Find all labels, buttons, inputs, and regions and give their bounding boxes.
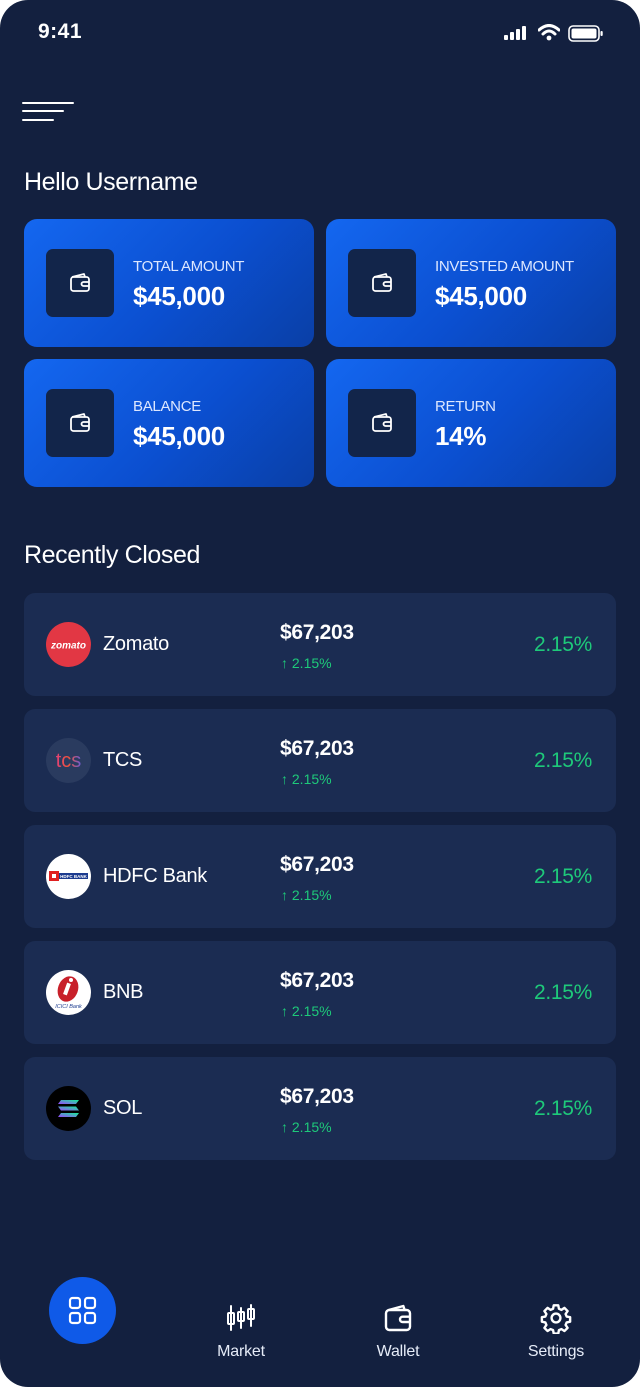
stock-change: ↑ 2.15% (281, 1119, 332, 1135)
arrow-up-icon: ↑ (281, 887, 292, 903)
stock-name: Zomato (103, 633, 170, 655)
svg-text:tcs: tcs (56, 750, 82, 772)
stock-name: HDFC Bank (103, 865, 207, 887)
stock-name: TCS (103, 749, 143, 771)
stock-percent: 2.15% (533, 1097, 592, 1120)
candlestick-icon (227, 1304, 255, 1331)
stock-name: SOL (103, 1097, 143, 1119)
cellular-signal-icon (504, 26, 526, 40)
stock-percent: 2.15% (533, 633, 592, 656)
nav-market[interactable]: Market (191, 1302, 291, 1361)
icici-bank-logo: ICICI Bank (46, 970, 91, 1015)
section-title-recently-closed: Recently Closed (24, 541, 201, 569)
stock-change-value: 2.15% (291, 1119, 332, 1135)
stock-price: $67,203 (280, 737, 354, 760)
zomato-logo: zomato (46, 622, 91, 667)
hdfc-bank-logo: HDFC BANK (46, 854, 91, 899)
summary-card-label: INVESTED AMOUNT (435, 258, 574, 275)
stock-row-hdfc-bank[interactable]: HDFC BANK HDFC Bank $67,203 ↑ 2.15% 2.15… (24, 825, 616, 928)
wallet-icon (384, 1304, 412, 1332)
summary-card-label: TOTAL AMOUNT (133, 258, 245, 275)
battery-icon (568, 25, 603, 42)
stock-row-zomato[interactable]: zomato Zomato $67,203 ↑ 2.15% 2.15% (24, 593, 616, 696)
svg-text:zomato: zomato (50, 641, 86, 652)
stock-percent: 2.15% (533, 749, 592, 772)
wallet-icon (46, 249, 114, 317)
stock-change-value: 2.15% (291, 771, 332, 787)
nav-wallet[interactable]: Wallet (348, 1302, 448, 1361)
stock-percent: 2.15% (533, 865, 592, 888)
stock-price: $67,203 (280, 1085, 354, 1108)
stock-change-value: 2.15% (291, 655, 332, 671)
svg-text:HDFC BANK: HDFC BANK (60, 874, 87, 879)
stock-change: ↑ 2.15% (281, 1003, 332, 1019)
stock-row-bnb[interactable]: ICICI Bank BNB $67,203 ↑ 2.15% 2.15% (24, 941, 616, 1044)
arrow-up-icon: ↑ (281, 771, 292, 787)
stock-percent: 2.15% (533, 981, 592, 1004)
nav-label: Market (217, 1343, 265, 1360)
summary-card-value: 14% (435, 421, 487, 451)
wallet-icon (46, 389, 114, 457)
stock-name: BNB (103, 981, 144, 1003)
wallet-icon (348, 389, 416, 457)
bottom-nav: Market Wallet Settings (0, 1268, 640, 1387)
summary-card-invested[interactable]: INVESTED AMOUNT $45,000 (326, 219, 616, 347)
summary-card-label: BALANCE (133, 398, 201, 415)
stock-change-value: 2.15% (291, 1003, 332, 1019)
status-time: 9:41 (38, 20, 83, 43)
stock-row-tcs[interactable]: tcs TCS $67,203 ↑ 2.15% 2.15% (24, 709, 616, 812)
arrow-up-icon: ↑ (281, 655, 292, 671)
arrow-up-icon: ↑ (281, 1119, 292, 1135)
stock-row-sol[interactable]: SOL $67,203 ↑ 2.15% 2.15% (24, 1057, 616, 1160)
stock-change: ↑ 2.15% (281, 655, 332, 671)
nav-label: Wallet (376, 1343, 420, 1360)
svg-text:ICICI Bank: ICICI Bank (55, 1004, 82, 1010)
grid-icon (68, 1296, 97, 1325)
menu-icon[interactable] (22, 100, 74, 124)
tcs-logo: tcs (46, 738, 91, 783)
home-button[interactable] (49, 1277, 116, 1344)
nav-label: Settings (527, 1343, 585, 1360)
wallet-icon (348, 249, 416, 317)
gear-icon (540, 1304, 572, 1334)
summary-card-total[interactable]: TOTAL AMOUNT $45,000 (24, 219, 314, 347)
summary-card-value: $45,000 (133, 281, 225, 311)
stock-change-value: 2.15% (291, 887, 332, 903)
stock-price: $67,203 (280, 969, 354, 992)
summary-card-label: RETURN (435, 398, 496, 415)
summary-card-balance[interactable]: BALANCE $45,000 (24, 359, 314, 487)
stock-price: $67,203 (280, 621, 354, 644)
solana-logo (46, 1086, 91, 1131)
stock-price: $67,203 (280, 853, 354, 876)
arrow-up-icon: ↑ (281, 1003, 292, 1019)
status-bar: 9:41 (0, 0, 640, 70)
nav-settings[interactable]: Settings (506, 1302, 606, 1361)
stock-change: ↑ 2.15% (281, 771, 332, 787)
summary-card-return[interactable]: RETURN 14% (326, 359, 616, 487)
stock-change: ↑ 2.15% (281, 887, 332, 903)
greeting-title: Hello Username (24, 168, 198, 196)
wifi-icon (538, 24, 560, 41)
summary-card-value: $45,000 (435, 281, 527, 311)
phone-screen: 9:41 Hello Username TOTAL AMOUNT $45,000… (0, 0, 640, 1387)
summary-card-value: $45,000 (133, 421, 225, 451)
